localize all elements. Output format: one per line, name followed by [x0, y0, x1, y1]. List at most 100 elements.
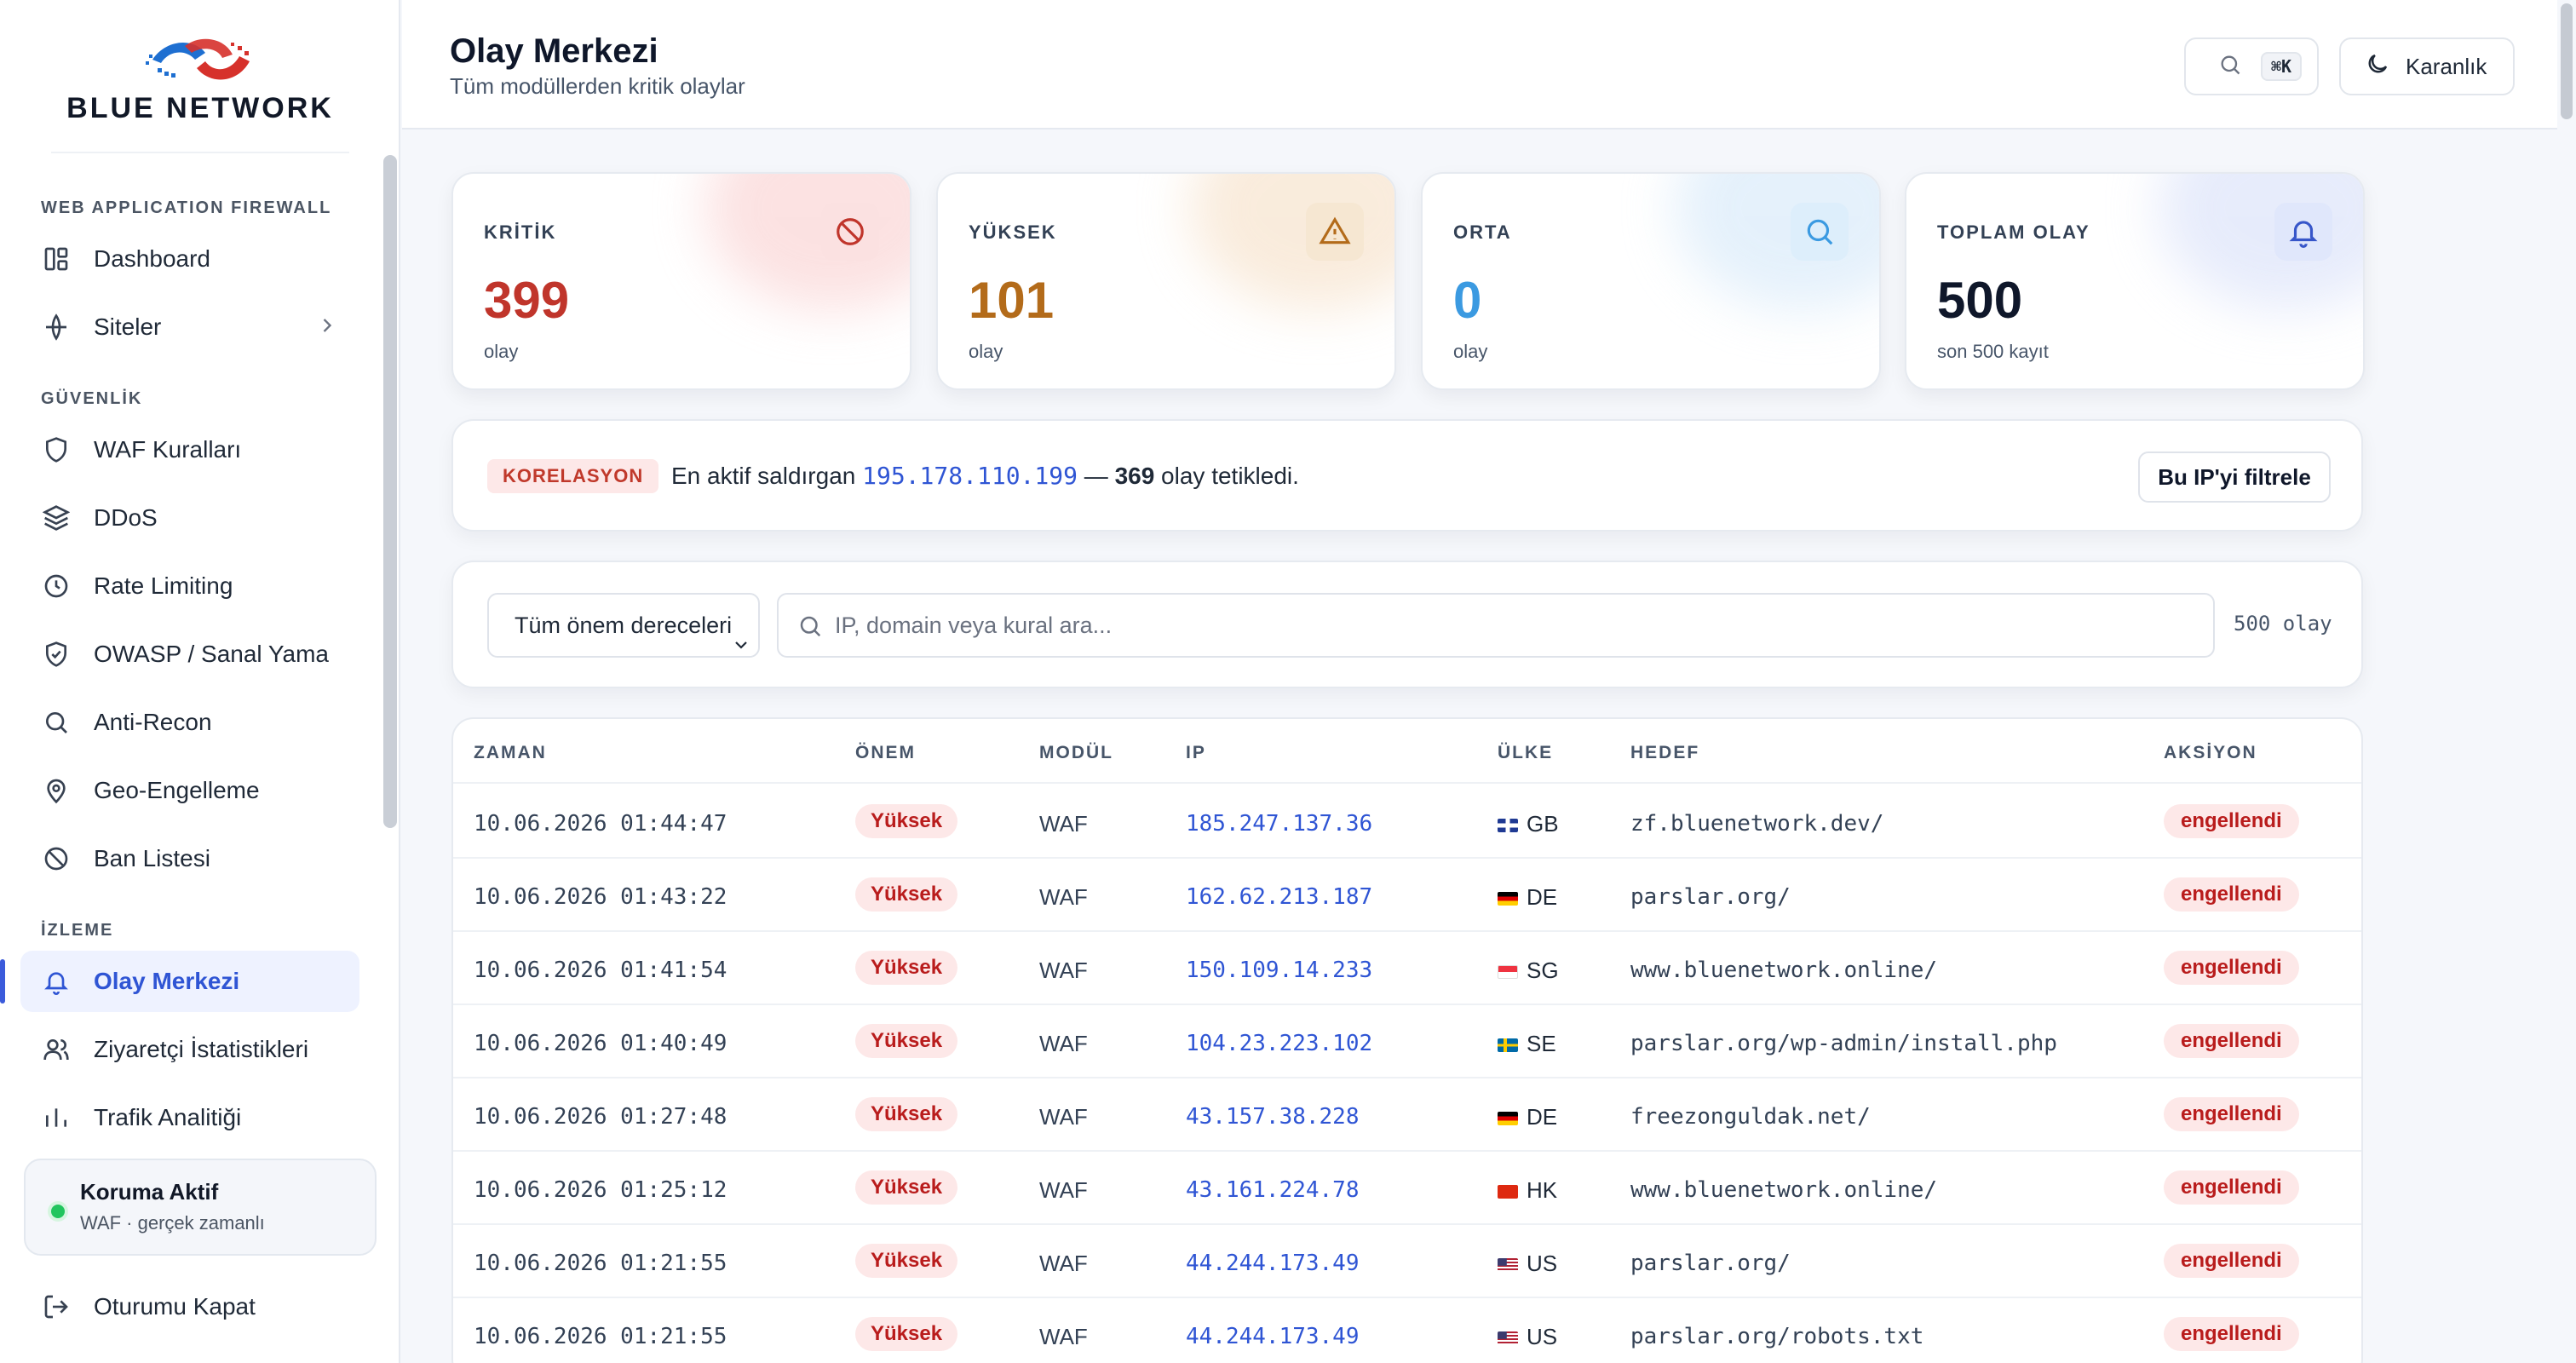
users-icon	[41, 1034, 72, 1065]
top-attacker-ip[interactable]: 195.178.110.199	[862, 462, 1078, 490]
sidebar-item-owasp[interactable]: OWASP / Sanal Yama	[20, 624, 359, 685]
sidebar-item-label: Geo-Engelleme	[94, 777, 260, 803]
logo-divider	[51, 152, 349, 153]
column-header-modul[interactable]: MODÜL	[1039, 743, 1113, 763]
flag-us-icon	[1498, 1258, 1518, 1272]
theme-toggle-button[interactable]: Karanlık	[2339, 37, 2515, 95]
event-search-input[interactable]	[835, 607, 2189, 644]
sidebar-item-rate-limiting[interactable]: Rate Limiting	[20, 555, 359, 617]
sidebar-item-ddos[interactable]: DDoS	[20, 487, 359, 549]
event-module: WAF	[1039, 811, 1088, 837]
event-ip-link[interactable]: 185.247.137.36	[1186, 811, 1372, 837]
sidebar-item-label: Ziyaretçi İstatistikleri	[94, 1036, 309, 1062]
column-header-ulke[interactable]: ÜLKE	[1498, 743, 1553, 763]
sidebar-item-ziyaretci-istatistikleri[interactable]: Ziyaretçi İstatistikleri	[20, 1019, 359, 1080]
stat-card-kritik: KRİTİK 399 olay	[451, 172, 911, 390]
action-badge: engellendi	[2164, 1317, 2299, 1351]
search-icon	[41, 707, 72, 738]
stat-label: ORTA	[1453, 221, 1512, 243]
event-module: WAF	[1039, 1324, 1088, 1349]
sidebar-scrollbar[interactable]	[383, 155, 397, 828]
sidebar-item-waf-kurallari[interactable]: WAF Kuralları	[20, 419, 359, 480]
bell-icon	[2274, 203, 2332, 261]
event-ip-link[interactable]: 162.62.213.187	[1186, 884, 1372, 910]
brand-logo[interactable]: BLUE NETWORK	[0, 34, 400, 136]
event-ip-link[interactable]: 43.161.224.78	[1186, 1177, 1360, 1203]
sidebar-item-label: WAF Kuralları	[94, 436, 242, 463]
severity-badge: Yüksek	[855, 1097, 958, 1131]
correlation-banner: KORELASYON En aktif saldırgan 195.178.11…	[451, 419, 2363, 532]
event-module: WAF	[1039, 1031, 1088, 1056]
event-search-field[interactable]	[777, 593, 2215, 658]
table-row[interactable]: 10.06.2026 01:21:55 Yüksek WAF 44.244.173.4…	[453, 1225, 2361, 1298]
severity-select[interactable]: Tüm önem dereceleri	[487, 593, 760, 658]
logout-button[interactable]: Oturumu Kapat	[41, 1285, 256, 1329]
country-code: GB	[1527, 811, 1559, 837]
logout-label: Oturumu Kapat	[94, 1293, 256, 1320]
shield-icon	[41, 434, 72, 465]
column-header-aksiyon[interactable]: AKSİYON	[2164, 743, 2257, 763]
shortcut-badge: ⌘K	[2261, 52, 2303, 81]
sidebar-item-dashboard[interactable]: Dashboard	[20, 228, 359, 290]
column-header-ip[interactable]: IP	[1186, 743, 1206, 763]
severity-badge: Yüksek	[855, 1024, 958, 1058]
event-ip-link[interactable]: 150.109.14.233	[1186, 958, 1372, 983]
stat-value: 101	[969, 272, 1055, 329]
event-module: WAF	[1039, 1104, 1088, 1130]
sidebar-item-ban-listesi[interactable]: Ban Listesi	[20, 828, 359, 889]
blue-network-logo-icon	[146, 38, 250, 80]
page-header: Olay Merkezi Tüm modüllerden kritik olay…	[402, 0, 2576, 129]
filter-ip-button[interactable]: Bu IP'yi filtrele	[2138, 451, 2331, 503]
sidebar: BLUE NETWORK WEB APPLICATION FIREWALL Da…	[0, 0, 400, 1363]
country-code: SG	[1527, 958, 1559, 983]
chevron-right-icon	[315, 313, 339, 343]
flag-se-icon	[1498, 1038, 1518, 1052]
country-code: DE	[1527, 1104, 1558, 1130]
command-search-button[interactable]: ⌘K	[2184, 37, 2319, 95]
stat-value: 500	[1937, 272, 2023, 329]
column-header-zaman[interactable]: ZAMAN	[474, 743, 547, 763]
table-row[interactable]: 10.06.2026 01:27:48 Yüksek WAF 43.157.38.22…	[453, 1078, 2361, 1152]
theme-toggle-label: Karanlık	[2406, 53, 2487, 79]
sidebar-item-label: Trafik Analitiği	[94, 1104, 242, 1130]
column-header-hedef[interactable]: HEDEF	[1630, 743, 1699, 763]
table-row[interactable]: 10.06.2026 01:44:47 Yüksek WAF 185.247.137.…	[453, 785, 2361, 859]
event-country: US	[1498, 1251, 1557, 1277]
country-code: US	[1527, 1251, 1558, 1276]
stat-label: KRİTİK	[484, 221, 557, 243]
sidebar-item-olay-merkezi[interactable]: Olay Merkezi	[0, 951, 359, 1012]
event-module: WAF	[1039, 958, 1088, 983]
status-dot-icon	[51, 1205, 65, 1218]
sidebar-item-label: Anti-Recon	[94, 709, 212, 735]
table-row[interactable]: 10.06.2026 01:43:22 Yüksek WAF 162.62.213.1…	[453, 859, 2361, 932]
event-country: GB	[1498, 811, 1559, 837]
stat-sub: olay	[484, 341, 519, 362]
table-row[interactable]: 10.06.2026 01:41:54 Yüksek WAF 150.109.14.2…	[453, 932, 2361, 1005]
event-ip-link[interactable]: 44.244.173.49	[1186, 1324, 1360, 1349]
event-ip-link[interactable]: 104.23.223.102	[1186, 1031, 1372, 1056]
page-scrollbar-thumb[interactable]	[2561, 3, 2573, 119]
event-target: www.bluenetwork.online/	[1630, 958, 1938, 983]
table-row[interactable]: 10.06.2026 01:40:49 Yüksek WAF 104.23.223.1…	[453, 1005, 2361, 1078]
section-title-guvenlik: GÜVENLİK	[41, 389, 143, 408]
search-icon	[1791, 203, 1849, 261]
page-scrollbar[interactable]	[2557, 0, 2576, 1363]
sidebar-item-trafik-analitigi[interactable]: Trafik Analitiği	[20, 1087, 359, 1142]
table-row[interactable]: 10.06.2026 01:21:55 Yüksek WAF 44.244.173.4…	[453, 1298, 2361, 1363]
action-badge: engellendi	[2164, 1244, 2299, 1278]
stat-sub: olay	[969, 341, 1003, 362]
table-row[interactable]: 10.06.2026 01:25:12 Yüksek WAF 43.161.224.7…	[453, 1152, 2361, 1225]
sidebar-item-label: Rate Limiting	[94, 572, 233, 599]
bell-icon	[41, 966, 72, 997]
action-badge: engellendi	[2164, 1024, 2299, 1058]
event-time: 10.06.2026 01:43:22	[474, 884, 727, 910]
event-target: parslar.org/	[1630, 1251, 1791, 1276]
sidebar-item-anti-recon[interactable]: Anti-Recon	[20, 692, 359, 753]
event-time: 10.06.2026 01:44:47	[474, 811, 727, 837]
sidebar-item-siteler[interactable]: Siteler	[20, 296, 359, 358]
event-ip-link[interactable]: 44.244.173.49	[1186, 1251, 1360, 1276]
column-header-onem[interactable]: ÖNEM	[855, 743, 916, 763]
action-badge: engellendi	[2164, 1170, 2299, 1205]
sidebar-item-geo-engelleme[interactable]: Geo-Engelleme	[20, 760, 359, 821]
event-ip-link[interactable]: 43.157.38.228	[1186, 1104, 1360, 1130]
